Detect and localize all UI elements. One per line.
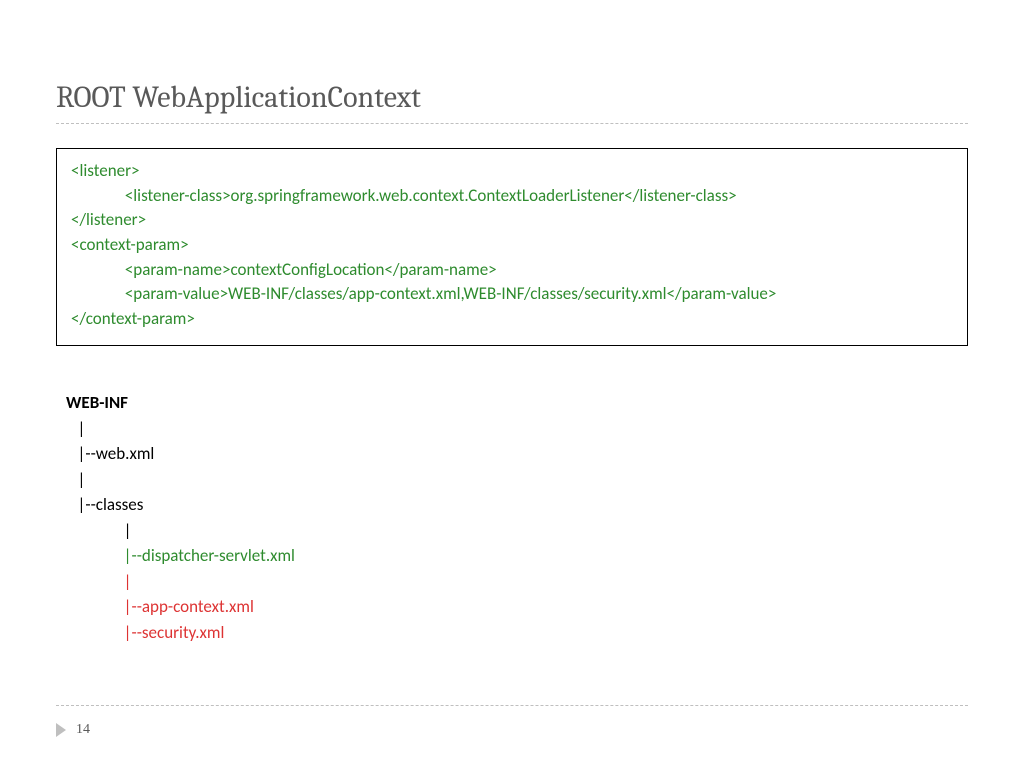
page-footer: 14 (56, 722, 90, 738)
code-line: <context-param> (71, 234, 189, 255)
tree-pipe: | (78, 418, 86, 439)
tree-pipe: | (124, 520, 132, 541)
slide-title: ROOT WebApplicationContext (56, 80, 968, 115)
code-tag: </param-value> (667, 283, 777, 304)
code-tag: <param-name> (125, 259, 231, 280)
code-text: contextConfigLocation (230, 259, 384, 280)
tree-item: |--web.xml (78, 443, 155, 464)
arrow-right-icon (56, 723, 66, 737)
code-line: </listener> (71, 209, 146, 230)
tree-item-appcontext: |--app-context.xml (124, 596, 254, 617)
code-text: org.springframework.web.context.ContextL… (231, 185, 625, 206)
directory-tree: WEB-INF | |--web.xml | |--classes | |--d… (66, 390, 968, 645)
tree-root: WEB-INF (66, 392, 128, 413)
tree-item-security: |--security.xml (124, 622, 225, 643)
xml-code-block: <listener> <listener-class>org.springfra… (56, 148, 968, 346)
code-tag: </listener-class> (624, 185, 736, 206)
page-number: 14 (76, 722, 90, 738)
code-tag: <listener-class> (125, 185, 231, 206)
tree-item: |--classes (78, 494, 144, 515)
tree-pipe: | (78, 469, 86, 490)
tree-pipe: | (124, 571, 132, 592)
code-text: WEB-INF/classes/app-context.xml,WEB-INF/… (228, 283, 667, 304)
code-line: </context-param> (71, 308, 195, 329)
code-line: <listener> (71, 160, 139, 181)
title-divider (56, 123, 968, 124)
code-tag: </param-name> (384, 259, 496, 280)
footer-divider (56, 705, 968, 706)
tree-item-dispatcher: |--dispatcher-servlet.xml (124, 545, 295, 566)
code-tag: <param-value> (125, 283, 228, 304)
